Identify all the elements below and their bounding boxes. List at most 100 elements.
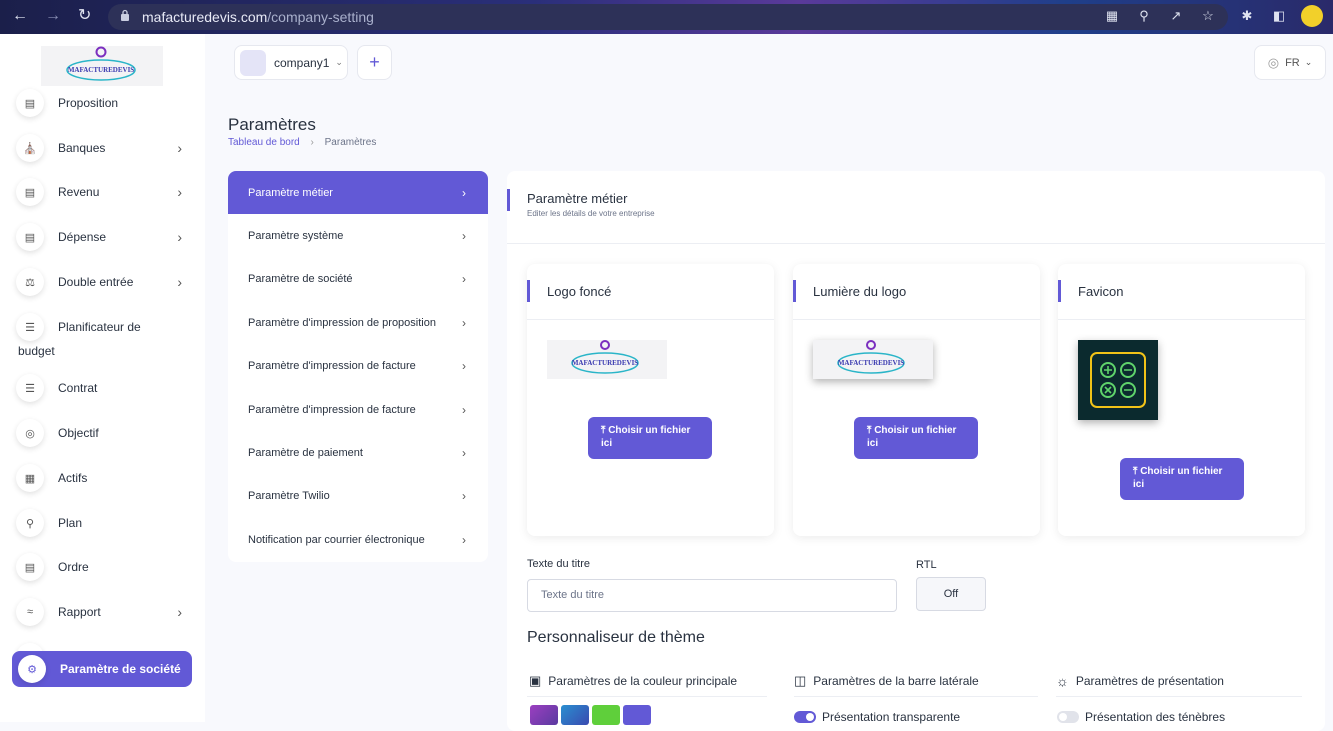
logo-graphic: MAFACTUREDEVIS bbox=[66, 46, 136, 81]
section-label: Paramètres de la couleur principale bbox=[548, 674, 738, 688]
divider bbox=[507, 243, 1325, 244]
extensions-icon[interactable]: ✱ bbox=[1240, 9, 1254, 23]
calculator-icon bbox=[1090, 352, 1146, 408]
upload-light-logo-button[interactable]: ⤒ Choisir un fichier ici bbox=[854, 417, 978, 459]
sidebar-item-11[interactable]: ≈ Rapport › bbox=[16, 597, 196, 627]
url-domain: mafacturedevis.com bbox=[142, 9, 268, 25]
divider bbox=[1056, 696, 1302, 697]
chevron-right-icon: › bbox=[462, 185, 466, 200]
language-switcher[interactable]: ◎ FR ⌄ bbox=[1254, 45, 1326, 80]
upload-favicon-button[interactable]: ⤒ Choisir un fichier ici bbox=[1120, 458, 1244, 500]
receipt-icon: ▤ bbox=[16, 223, 44, 251]
divider bbox=[527, 696, 767, 697]
sidebar-item-label: Proposition bbox=[58, 96, 119, 110]
card-accent bbox=[527, 280, 530, 302]
menu-item-label: Paramètre métier bbox=[248, 186, 333, 199]
card-subtitle: Editer les détails de votre entreprise bbox=[527, 209, 655, 218]
color-swatch-blue[interactable] bbox=[561, 705, 589, 725]
color-swatch-purple[interactable] bbox=[530, 705, 558, 725]
sidebar-item-active[interactable]: ⚙ Paramètre de société bbox=[12, 651, 192, 687]
svg-text:MAFACTUREDEVIS: MAFACTUREDEVIS bbox=[572, 359, 638, 367]
sidebar-item-8[interactable]: ▦ Actifs bbox=[16, 463, 196, 493]
title-text-input[interactable]: Texte du titre bbox=[527, 579, 897, 612]
settings-menu-item-5[interactable]: Paramètre d'impression de facture › bbox=[228, 388, 488, 431]
card-title: Favicon bbox=[1078, 284, 1124, 299]
chart-icon: ≈ bbox=[16, 598, 44, 626]
settings-menu-item-0[interactable]: Paramètre métier › bbox=[228, 171, 488, 214]
light-logo-card: Lumière du logo MAFACTUREDEVIS ⤒ Choisir… bbox=[793, 264, 1040, 536]
back-arrow-icon[interactable]: ← bbox=[12, 8, 28, 24]
translate-icon[interactable]: ▦ bbox=[1105, 9, 1119, 23]
gear-icon: ⚙ bbox=[18, 655, 46, 683]
sidebar-item-1[interactable]: ⛪ Banques › bbox=[16, 133, 196, 163]
sidebar-item-5[interactable]: ☰ Planificateur de budget bbox=[16, 312, 196, 358]
rtl-toggle-button[interactable]: Off bbox=[916, 577, 986, 611]
breadcrumb-home[interactable]: Tableau de bord bbox=[228, 137, 300, 148]
page-title: Paramètres bbox=[228, 115, 316, 134]
card-accent bbox=[793, 280, 796, 302]
settings-menu-item-7[interactable]: Paramètre Twilio › bbox=[228, 474, 488, 517]
profile-avatar[interactable] bbox=[1301, 5, 1323, 27]
sidebar-item-3[interactable]: ▤ Dépense › bbox=[16, 222, 196, 252]
upload-dark-logo-button[interactable]: ⤒ Choisir un fichier ici bbox=[588, 417, 712, 459]
browser-toolbar: ← → ↻ mafacturedevis.com/company-setting… bbox=[0, 0, 1333, 34]
menu-item-label: Paramètre de société bbox=[248, 272, 353, 285]
chevron-right-icon: › bbox=[462, 532, 466, 547]
settings-menu-item-6[interactable]: Paramètre de paiement › bbox=[228, 431, 488, 474]
chevron-down-icon: ⌄ bbox=[1304, 57, 1313, 67]
chevron-down-icon: ⌄ bbox=[335, 57, 343, 67]
add-company-button[interactable]: + bbox=[357, 45, 392, 80]
dark-layout-toggle[interactable] bbox=[1057, 711, 1079, 723]
globe-icon: ◎ bbox=[1267, 54, 1280, 70]
scale-icon: ⚖ bbox=[16, 268, 44, 296]
sidebar-item-0[interactable]: ▤ Proposition bbox=[16, 88, 196, 118]
title-text-label: Texte du titre bbox=[527, 558, 590, 570]
brand-logo[interactable]: MAFACTUREDEVIS bbox=[41, 46, 163, 86]
sidebar-item-6[interactable]: ☰ Contrat bbox=[16, 373, 196, 403]
chevron-right-icon: › bbox=[177, 274, 182, 290]
divider bbox=[794, 696, 1038, 697]
transparent-layout-toggle[interactable] bbox=[794, 711, 816, 723]
sidebar-item-10[interactable]: ▤ Ordre bbox=[16, 552, 196, 582]
reload-icon[interactable]: ↻ bbox=[78, 8, 91, 24]
sidebar-item-4[interactable]: ⚖ Double entrée › bbox=[16, 267, 196, 297]
sidebar-settings-header: ◫ Paramètres de la barre latérale bbox=[794, 673, 979, 689]
settings-menu-item-1[interactable]: Paramètre système › bbox=[228, 214, 488, 257]
chevron-right-icon: › bbox=[462, 402, 466, 417]
company-switcher[interactable]: company1 ⌄ bbox=[234, 45, 348, 80]
theme-customizer-title: Personnaliseur de thème bbox=[527, 629, 705, 646]
menu-item-label: Paramètre d'impression de facture bbox=[248, 403, 416, 416]
chevron-right-icon: › bbox=[462, 358, 466, 373]
favicon-card: Favicon ⤒ Choisir un fichier ici bbox=[1058, 264, 1305, 536]
zoom-icon[interactable]: ⚲ bbox=[1137, 9, 1151, 23]
share-icon[interactable]: ↗ bbox=[1169, 9, 1183, 23]
file-icon: ▤ bbox=[16, 89, 44, 117]
rtl-label: RTL bbox=[916, 559, 937, 571]
menu-item-label: Paramètre de paiement bbox=[248, 446, 363, 459]
sidebar-item-label: Plan bbox=[58, 516, 83, 530]
sidebar-item-9[interactable]: ⚲ Plan bbox=[16, 508, 196, 538]
bank-icon: ⛪ bbox=[16, 134, 44, 162]
section-label: Paramètres de la barre latérale bbox=[813, 674, 979, 688]
dark-logo-preview: MAFACTUREDEVIS bbox=[547, 340, 667, 379]
chevron-right-icon: › bbox=[177, 140, 182, 156]
settings-menu-item-3[interactable]: Paramètre d'impression de proposition › bbox=[228, 301, 488, 344]
color-swatch-indigo[interactable] bbox=[623, 705, 651, 725]
bookmark-star-icon[interactable]: ☆ bbox=[1201, 9, 1215, 23]
card-title: Lumière du logo bbox=[813, 284, 907, 299]
settings-menu-item-2[interactable]: Paramètre de société › bbox=[228, 257, 488, 300]
sidebar-item-7[interactable]: ◎ Objectif bbox=[16, 418, 196, 448]
sidepanel-icon[interactable]: ◧ bbox=[1272, 9, 1286, 23]
forward-arrow-icon[interactable]: → bbox=[45, 8, 61, 24]
color-swatch-green[interactable] bbox=[592, 705, 620, 725]
menu-item-label: Paramètre système bbox=[248, 229, 344, 242]
button-label: Choisir un fichier ici bbox=[1133, 466, 1223, 490]
card-title: Logo foncé bbox=[547, 284, 612, 299]
settings-menu-item-8[interactable]: Notification par courrier électronique › bbox=[228, 518, 488, 561]
chevron-right-icon: › bbox=[177, 604, 182, 620]
chevron-right-icon: › bbox=[177, 229, 182, 245]
settings-menu-item-4[interactable]: Paramètre d'impression de facture › bbox=[228, 344, 488, 387]
sidebar-item-2[interactable]: ▤ Revenu › bbox=[16, 177, 196, 207]
divider bbox=[527, 319, 774, 320]
sidebar-item-label: Actifs bbox=[58, 471, 88, 485]
